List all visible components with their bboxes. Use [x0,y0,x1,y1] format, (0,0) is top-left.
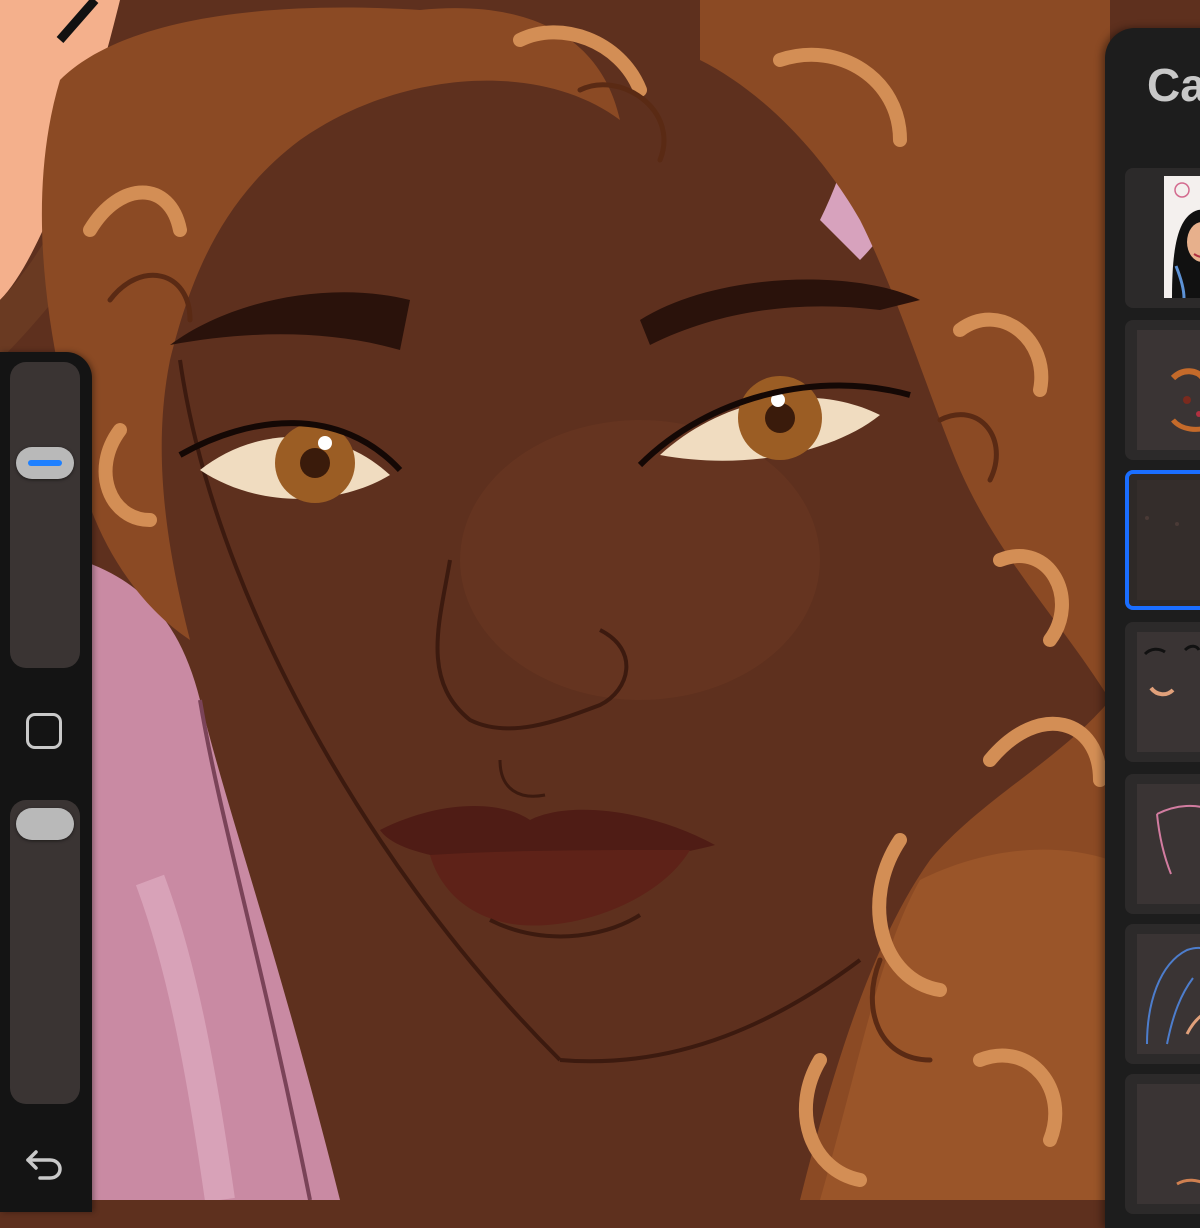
brush-size-thumb-indicator [28,460,62,467]
layer-thumbnail [1137,934,1200,1054]
undo-arrow-icon [26,1150,62,1180]
opacity-slider[interactable] [10,800,80,1104]
layer-thumbnail [1137,1084,1200,1204]
undo-button[interactable] [22,1144,66,1184]
layer-row-5[interactable] [1125,774,1200,914]
drawing-canvas[interactable] [0,0,1200,1200]
layer-row-4[interactable] [1125,622,1200,762]
layer-row-6[interactable] [1125,924,1200,1064]
layer-thumbnail [1164,176,1200,299]
brush-size-slider-thumb[interactable] [16,447,74,480]
layer-row-7[interactable] [1125,1074,1200,1214]
layer-row-3[interactable] [1125,470,1200,610]
layers-panel-title: Ca [1147,59,1200,111]
opacity-slider-thumb[interactable] [16,808,74,840]
layer-thumbnail [1137,330,1200,450]
brush-size-slider[interactable] [10,362,80,668]
layers-panel: Ca [1105,28,1200,1228]
modify-button[interactable] [26,713,62,749]
layer-thumbnail [1137,480,1200,600]
layer-row-2[interactable] [1125,320,1200,460]
layer-row-1[interactable] [1125,168,1200,308]
layer-thumbnail [1137,784,1200,904]
layer-thumbnail [1137,632,1200,752]
left-sidebar [0,352,92,1212]
